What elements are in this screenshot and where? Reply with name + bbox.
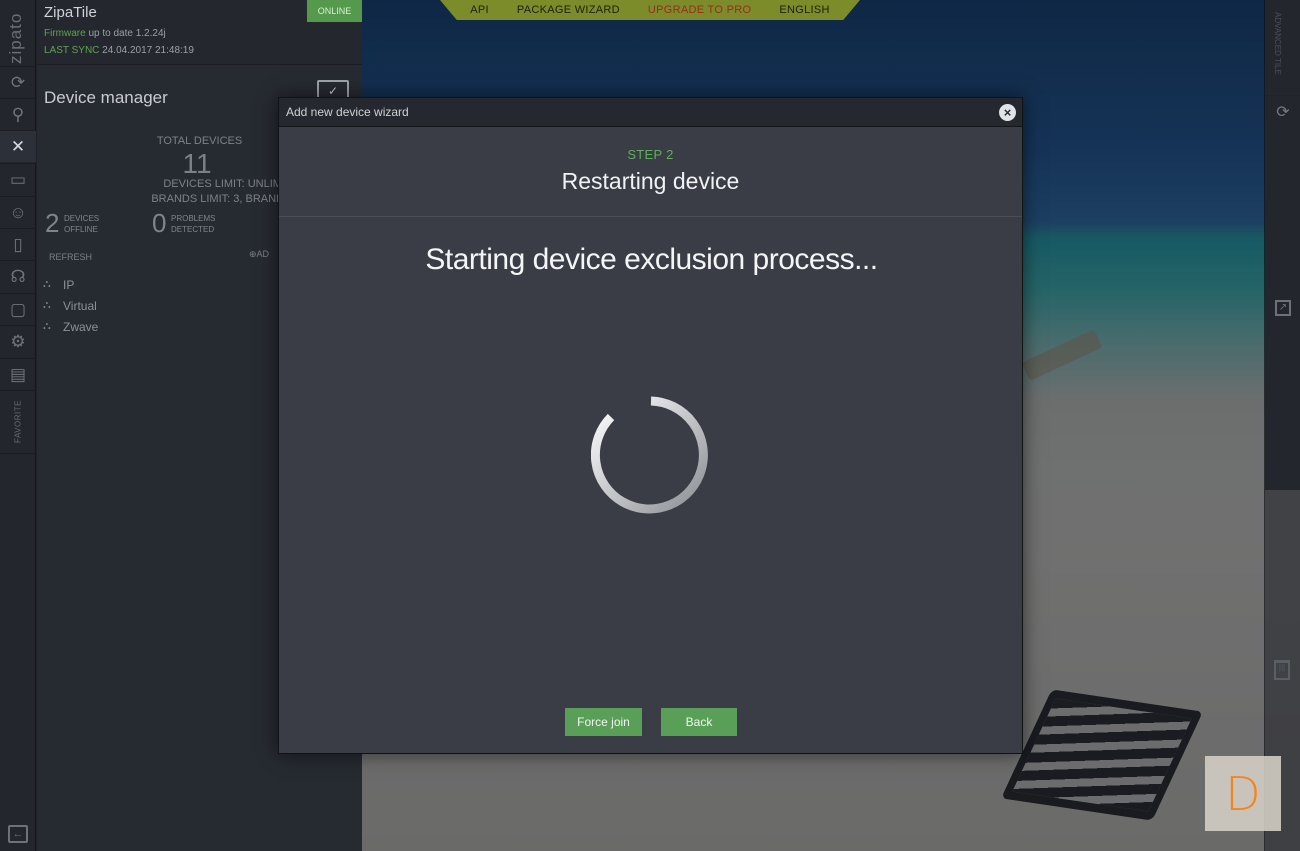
menu-api[interactable]: API bbox=[470, 4, 489, 16]
tree-item-label: Zwave bbox=[63, 319, 99, 334]
refresh-button[interactable]: REFRESH bbox=[49, 252, 92, 262]
offline-label: DEVICES OFFLINE bbox=[64, 213, 99, 235]
firmware-status: Firmware up to date 1.2.24j bbox=[44, 28, 166, 39]
app-name: ZipaTile bbox=[44, 4, 97, 21]
tree-item-ip[interactable]: ⛬ IP bbox=[43, 274, 98, 295]
total-devices-label: TOTAL DEVICES bbox=[156, 135, 243, 147]
top-menu: API PACKAGE WIZARD UPGRADE TO PRO ENGLIS… bbox=[440, 0, 860, 20]
right-rail: ADVANCED TILE ⟳ ↗ bbox=[1264, 0, 1300, 851]
devices-limit: DEVICES LIMIT: UNLIMITED bbox=[163, 178, 307, 190]
status-message: Starting device exclusion process... bbox=[425, 243, 878, 276]
problems-label-2: DETECTED bbox=[171, 225, 215, 234]
add-icon: ⊕ bbox=[249, 249, 257, 259]
step-title: Restarting device bbox=[561, 168, 740, 194]
network-icon: ⛬ bbox=[43, 278, 51, 290]
force-join-button[interactable]: Force join bbox=[565, 708, 642, 736]
network-icon: ⛬ bbox=[43, 299, 51, 311]
menu-package-wizard[interactable]: PACKAGE WIZARD bbox=[517, 4, 620, 16]
add-label: AD bbox=[256, 249, 270, 259]
search-icon[interactable]: ⚲ bbox=[0, 98, 36, 130]
menu-upgrade-to-pro[interactable]: UPGRADE TO PRO bbox=[648, 4, 751, 16]
panel-title: Device manager bbox=[44, 88, 168, 107]
offline-label-1: DEVICES bbox=[64, 214, 100, 223]
settings-icon[interactable]: ⚙ bbox=[0, 325, 36, 357]
external-link-icon[interactable]: ↗ bbox=[1275, 300, 1291, 316]
close-icon[interactable]: × bbox=[999, 104, 1016, 121]
last-sync: LAST SYNC 24.04.2017 21:48:19 bbox=[44, 45, 194, 56]
network-icon: ⛬ bbox=[43, 320, 51, 332]
offline-label-2: OFFLINE bbox=[64, 225, 98, 234]
dialog-title: Add new device wizard bbox=[286, 105, 409, 119]
refresh-icon[interactable]: ⟳ bbox=[1265, 96, 1300, 130]
tree-item-label: Virtual bbox=[63, 298, 97, 313]
left-rail: zipato ⟳ ⚲ ✕ ▭ ☺ ▯ ☊ ▢ ⚙ ▤ FAVORITE ← bbox=[0, 0, 36, 851]
tree-item-virtual[interactable]: ⛬ Virtual bbox=[43, 295, 98, 316]
firmware-key: Firmware bbox=[44, 28, 86, 39]
offline-count: 2 bbox=[45, 208, 60, 238]
add-button[interactable]: ⊕AD bbox=[249, 249, 269, 260]
devices-icon[interactable]: ✕ bbox=[0, 130, 36, 162]
sync-key: LAST SYNC bbox=[44, 45, 100, 56]
save-icon[interactable]: ▤ bbox=[0, 358, 36, 390]
problems-count: 0 bbox=[152, 208, 167, 238]
loading-spinner-icon bbox=[591, 396, 708, 514]
step-header: STEP 2 Restarting device bbox=[279, 127, 1022, 217]
logout-icon[interactable]: ← bbox=[8, 825, 28, 843]
total-devices-value: 11 bbox=[182, 148, 212, 179]
app-header: ZipaTile Firmware up to date 1.2.24j LAS… bbox=[37, 0, 362, 65]
advanced-tile-tab[interactable]: ADVANCED TILE bbox=[1265, 0, 1300, 95]
scenes-icon[interactable]: ▭ bbox=[0, 163, 36, 195]
zipato-logo: zipato bbox=[6, 12, 25, 64]
firmware-value: up to date 1.2.24j bbox=[88, 28, 166, 39]
rules-icon[interactable]: ▯ bbox=[0, 228, 36, 260]
folder-icon[interactable]: ▢ bbox=[0, 293, 36, 325]
sync-icon[interactable]: ⟳ bbox=[0, 66, 36, 98]
tree-item-zwave[interactable]: ⛬ Zwave bbox=[43, 316, 98, 337]
problems-label-1: PROBLEMS bbox=[171, 214, 216, 223]
device-tree: ⛬ IP ⛬ Virtual ⛬ Zwave bbox=[43, 274, 98, 337]
users-icon[interactable]: ☺ bbox=[0, 196, 36, 228]
online-badge: ONLINE bbox=[307, 0, 362, 22]
problems-label: PROBLEMS DETECTED bbox=[171, 213, 215, 235]
dialog-titlebar: Add new device wizard × bbox=[279, 98, 1022, 127]
support-icon[interactable]: ☊ bbox=[0, 260, 36, 292]
tree-item-label: IP bbox=[63, 277, 75, 292]
watermark-logo: D bbox=[1205, 756, 1281, 831]
advanced-tile-label: ADVANCED TILE bbox=[1273, 12, 1282, 75]
sync-value: 24.04.2017 21:48:19 bbox=[102, 45, 194, 56]
trash-icon[interactable]: ||| bbox=[1274, 660, 1290, 680]
step-label: STEP 2 bbox=[627, 147, 674, 162]
add-device-wizard-dialog: Add new device wizard × STEP 2 Restartin… bbox=[278, 97, 1023, 754]
favorite-tab[interactable]: FAVORITE bbox=[0, 390, 36, 454]
right-rail-panel: ↗ bbox=[1265, 130, 1300, 490]
menu-language[interactable]: ENGLISH bbox=[779, 4, 829, 16]
back-button[interactable]: Back bbox=[661, 708, 737, 736]
